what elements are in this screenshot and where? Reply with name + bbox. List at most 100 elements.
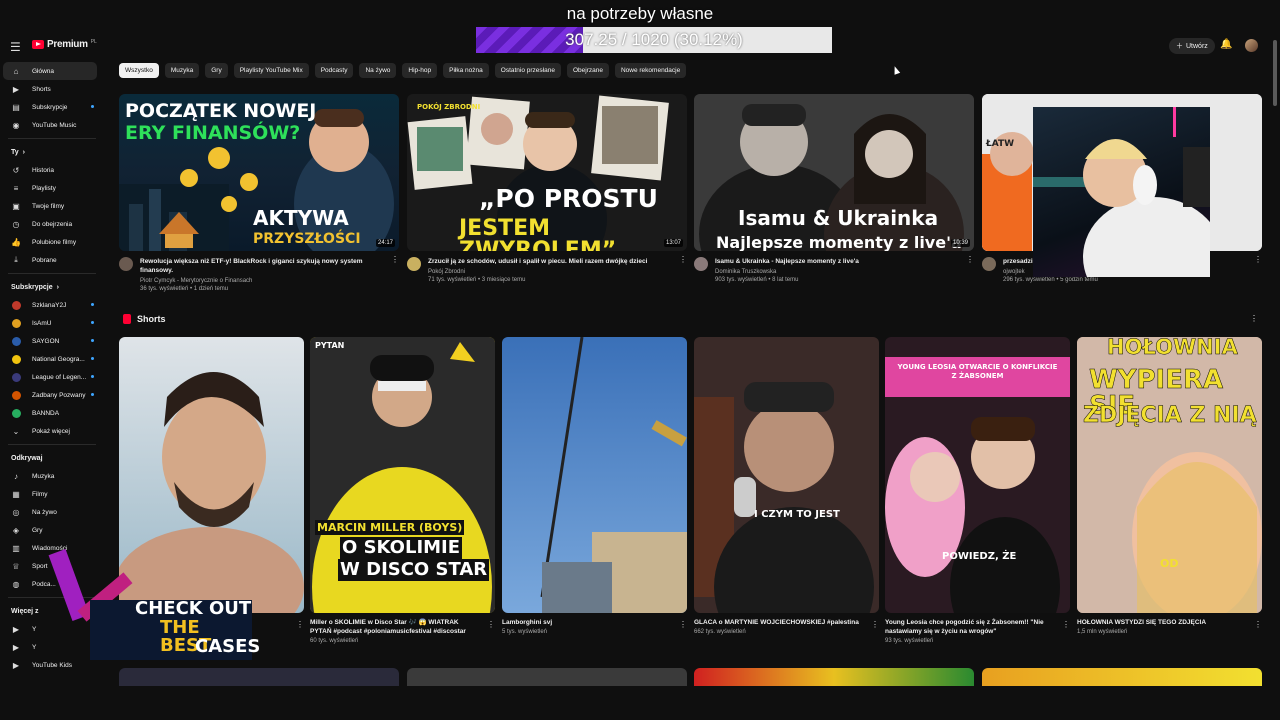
- liked-icon: 👍: [11, 237, 21, 247]
- chip-5[interactable]: Na żywo: [359, 63, 397, 78]
- chip-2[interactable]: Gry: [205, 63, 228, 78]
- channel-name[interactable]: Piotr Cymcyk - Merytorycznie o Finansach: [140, 278, 380, 284]
- short-thumbnail[interactable]: YOUNG LEOSIA OTWARCIE O KONFLIKCIE Z ŻAB…: [885, 337, 1070, 613]
- more-options-icon[interactable]: ⋮: [296, 620, 304, 629]
- sidebar-item[interactable]: League of Legen...: [0, 368, 104, 386]
- scrollbar-thumb[interactable]: [1273, 40, 1277, 106]
- sidebar-section-header[interactable]: Odkrywaj: [0, 449, 104, 467]
- video-thumbnail[interactable]: POCZĄTEK NOWEJ ERY FINANSÓW? AKTYWA PRZY…: [119, 94, 399, 251]
- sidebar-item[interactable]: SAYGON: [0, 332, 104, 350]
- channel-avatar[interactable]: [407, 257, 421, 271]
- short-title[interactable]: Lamborghini svj: [502, 618, 670, 627]
- sidebar-item[interactable]: National Geogra...: [0, 350, 104, 368]
- sidebar-item-label: SzklanaY2J: [32, 301, 67, 309]
- video-title[interactable]: Zrzucił ją ze schodów, udusił i spalił w…: [428, 257, 668, 266]
- short-card[interactable]: YOUNG LEOSIA OTWARCIE O KONFLIKCIE Z ŻAB…: [885, 337, 1070, 644]
- chip-4[interactable]: Podcasty: [314, 63, 354, 78]
- more-options-icon[interactable]: ⋮: [679, 255, 687, 264]
- sidebar-item[interactable]: IsAmU: [0, 314, 104, 332]
- video-thumbnail[interactable]: POKÓJ ZBRODNI „PO PROSTU JESTEM ZWYROLEM…: [407, 94, 687, 251]
- more-options-icon[interactable]: ⋮: [966, 255, 974, 264]
- menu-icon[interactable]: ☰: [10, 40, 22, 54]
- new-content-dot: [91, 339, 94, 342]
- sidebar-item-label: Historia: [32, 166, 55, 174]
- sidebar-section-header[interactable]: Ty ›: [0, 143, 104, 161]
- channel-name[interactable]: Pokój Zbrodni: [428, 269, 668, 275]
- short-card[interactable]: I CZYM TO JEST GLACA o MARTYNIE WOJCIECH…: [694, 337, 879, 635]
- thumbnail-text: MARCIN MILLER (BOYS): [315, 520, 465, 535]
- channel-avatar[interactable]: [119, 257, 133, 271]
- short-title[interactable]: Miller o SKOLIMIE w Disco Star 🎶 😱 WIATR…: [310, 618, 478, 636]
- shorts-more-icon[interactable]: ⋮: [1250, 314, 1258, 323]
- chip-7[interactable]: Piłka nożna: [443, 63, 489, 78]
- short-thumbnail[interactable]: [502, 337, 687, 613]
- sidebar-item[interactable]: ▤ Subskrypcje: [0, 98, 104, 116]
- video-thumbnail[interactable]: Isamu & Ukrainka Najlepsze momenty z liv…: [694, 94, 974, 251]
- youtube-premium-logo[interactable]: Premium PL: [32, 39, 97, 50]
- video-card[interactable]: POCZĄTEK NOWEJ ERY FINANSÓW? AKTYWA PRZY…: [119, 94, 399, 292]
- live-icon: ◎: [12, 507, 20, 517]
- sidebar-item[interactable]: BANNDA: [0, 404, 104, 422]
- short-card[interactable]: HOŁOWNIA WYPIERA SIĘ ZDJĘCIA Z NIĄ OD HO…: [1077, 337, 1262, 635]
- more-options-icon[interactable]: ⋮: [487, 620, 495, 629]
- chevron-right-icon: ›: [22, 148, 25, 156]
- video-duration: 13:07: [663, 239, 683, 247]
- notifications-bell-icon[interactable]: 🔔: [1220, 39, 1232, 50]
- short-card[interactable]: PYTAN MARCIN MILLER (BOYS) O SKOLIMIE W …: [310, 337, 495, 644]
- sidebar-item[interactable]: ⌂ Główna: [3, 62, 97, 80]
- sidebar-item[interactable]: 👍 Polubione filmy: [0, 233, 104, 251]
- chip-1[interactable]: Muzyka: [164, 63, 200, 78]
- video-card[interactable]: Isamu & Ukrainka Najlepsze momenty z liv…: [694, 94, 974, 283]
- sidebar-item[interactable]: ◷ Do obejrzenia: [0, 215, 104, 233]
- chip-0[interactable]: Wszystko: [119, 63, 159, 78]
- avatar[interactable]: [1245, 39, 1258, 52]
- more-options-icon[interactable]: ⋮: [679, 620, 687, 629]
- video-thumbnail[interactable]: [982, 668, 1262, 686]
- more-options-icon[interactable]: ⋮: [871, 620, 879, 629]
- video-title[interactable]: Isamu & Ukrainka - Najlepsze momenty z l…: [715, 257, 955, 266]
- more-options-icon[interactable]: ⋮: [1062, 620, 1070, 629]
- chip-6[interactable]: Hip-hop: [402, 63, 438, 78]
- chip-9[interactable]: Obejrzane: [566, 63, 609, 78]
- sidebar-item[interactable]: ♪ Muzyka: [0, 467, 104, 485]
- channel-avatar[interactable]: [694, 257, 708, 271]
- short-thumbnail[interactable]: PYTAN MARCIN MILLER (BOYS) O SKOLIMIE W …: [310, 337, 495, 613]
- sidebar-item[interactable]: ▣ Twoje filmy: [0, 197, 104, 215]
- video-thumbnail[interactable]: [119, 668, 399, 686]
- sidebar-item[interactable]: ◎ Na żywo: [0, 503, 104, 521]
- more-options-icon[interactable]: ⋮: [391, 255, 399, 264]
- video-thumbnail[interactable]: [407, 668, 687, 686]
- chip-3[interactable]: Playlisty YouTube Mix: [233, 63, 309, 78]
- chip-10[interactable]: Nowe rekomendacje: [614, 63, 687, 78]
- video-title[interactable]: Rewolucja większa niż ETF-y! BlackRock i…: [140, 257, 380, 275]
- music-icon: ◉: [12, 120, 20, 130]
- short-title[interactable]: Young Leosia chce pogodzić się z Żabsone…: [885, 618, 1053, 636]
- logo-text: Premium: [47, 39, 88, 50]
- sidebar-item[interactable]: ↺ Historia: [0, 161, 104, 179]
- sidebar-item[interactable]: ≡ Playlisty: [0, 179, 104, 197]
- sidebar-item[interactable]: SzklanaY2J: [0, 296, 104, 314]
- section-title: Odkrywaj: [11, 454, 43, 462]
- channel-name[interactable]: Dominika Truszkowska: [715, 269, 955, 275]
- short-title[interactable]: HOŁOWNIA WSTYDZI SIĘ TEGO ZDJĘCIA: [1077, 618, 1245, 627]
- sidebar-section-header[interactable]: Subskrypcje ›: [0, 278, 104, 296]
- scrollbar[interactable]: [1272, 40, 1278, 680]
- sidebar-item[interactable]: ◈ Gry: [0, 521, 104, 539]
- more-options-icon[interactable]: ⋮: [1254, 255, 1262, 264]
- sidebar-item[interactable]: ◉ YouTube Music: [0, 116, 104, 134]
- short-thumbnail[interactable]: I CZYM TO JEST: [694, 337, 879, 613]
- short-title[interactable]: GLACA o MARTYNIE WOJCIECHOWSKIEJ #palest…: [694, 618, 862, 627]
- sidebar-item[interactable]: Zadbany Pozwany: [0, 386, 104, 404]
- show-more-button[interactable]: ⌄ Pokaż więcej: [0, 422, 104, 440]
- channel-avatar[interactable]: [982, 257, 996, 271]
- sidebar-item[interactable]: ⤓ Pobrane: [0, 251, 104, 269]
- short-thumbnail[interactable]: HOŁOWNIA WYPIERA SIĘ ZDJĘCIA Z NIĄ OD: [1077, 337, 1262, 613]
- sidebar-item[interactable]: ▶ Shorts: [0, 80, 104, 98]
- more-options-icon[interactable]: ⋮: [1254, 620, 1262, 629]
- short-card[interactable]: Lamborghini svj 5 tys. wyświetleń ⋮: [502, 337, 687, 635]
- create-button[interactable]: ＋ Utwórz: [1169, 38, 1215, 54]
- sidebar-item[interactable]: ▦ Filmy: [0, 485, 104, 503]
- video-card[interactable]: POKÓJ ZBRODNI „PO PROSTU JESTEM ZWYROLEM…: [407, 94, 687, 283]
- chip-8[interactable]: Ostatnio przesłane: [494, 63, 561, 78]
- video-thumbnail[interactable]: [694, 668, 974, 686]
